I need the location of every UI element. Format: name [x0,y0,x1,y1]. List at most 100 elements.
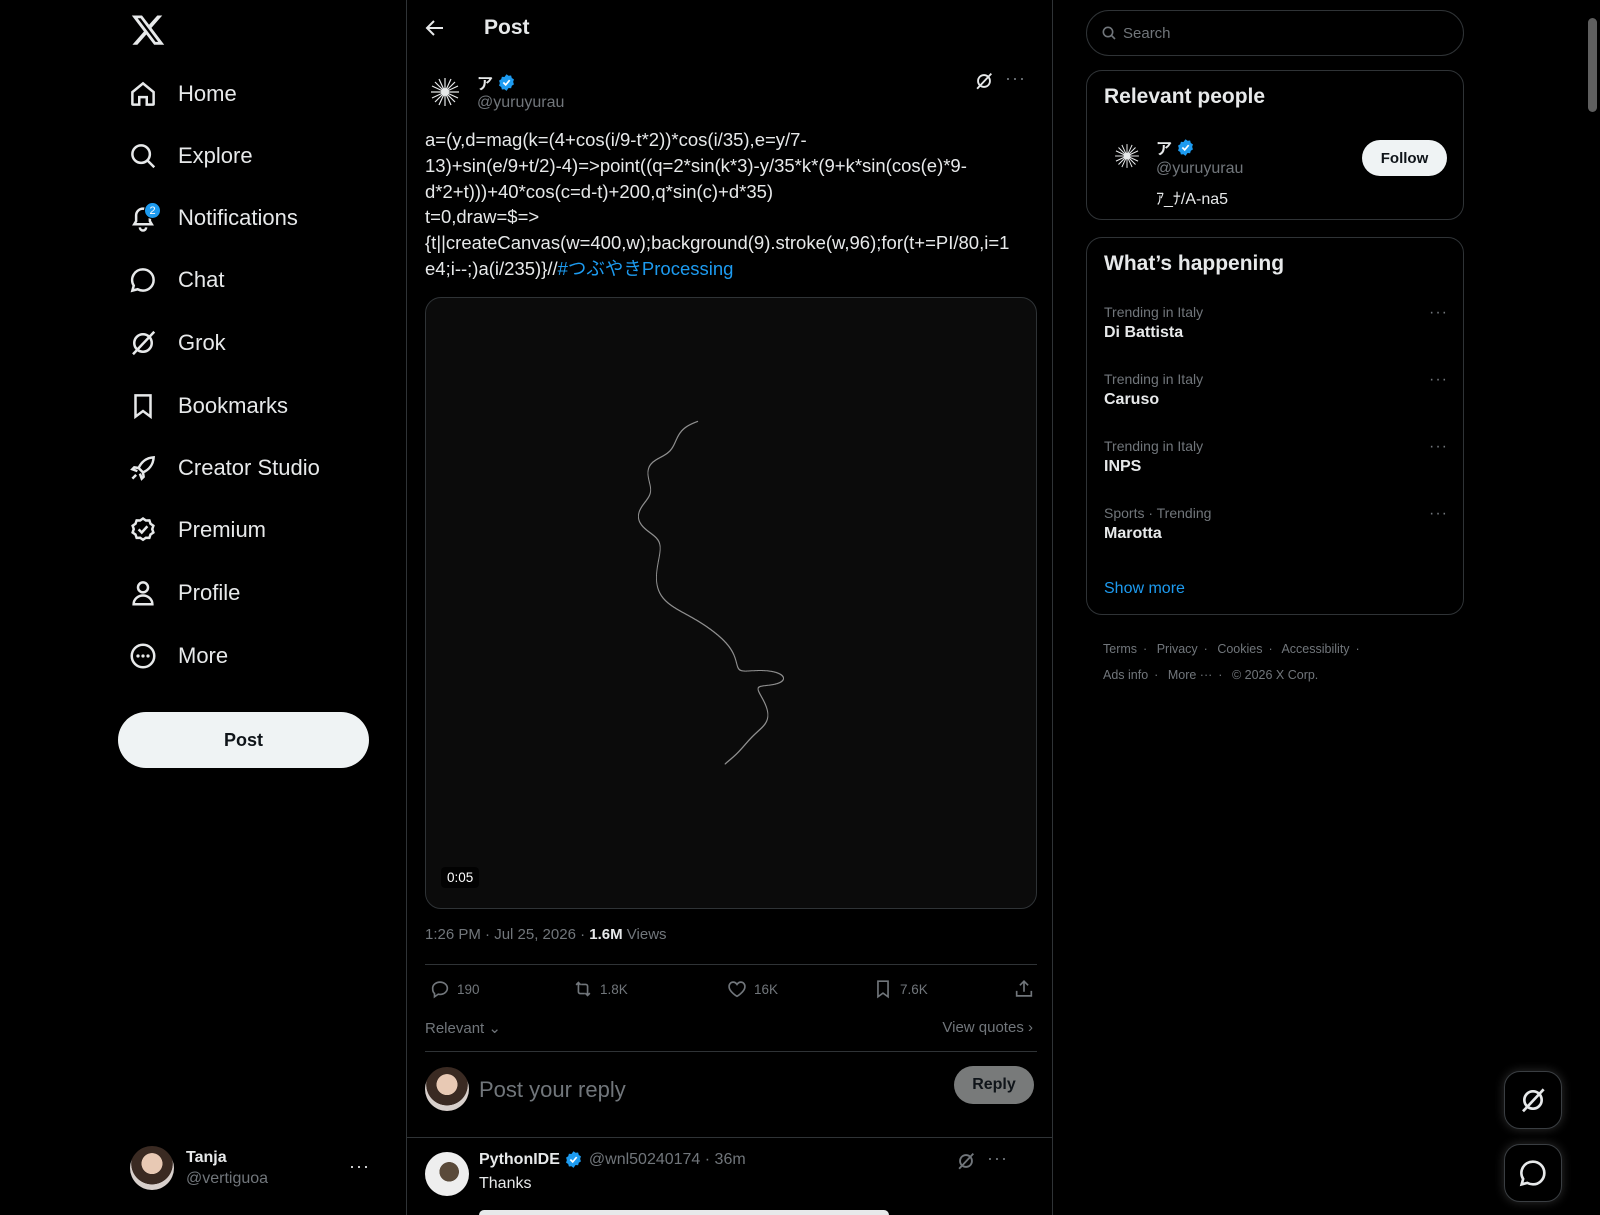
trend-item[interactable]: Sports · Trending Marotta ··· [1104,505,1448,565]
footer-link[interactable]: Accessibility [1281,642,1349,656]
post-text-line: 13)+sin(e/9+t/2)-4)=>point((q=2*sin(k*3)… [425,154,967,176]
author-name[interactable]: ア [477,70,516,94]
author-handle[interactable]: @yuruyurau [477,94,564,112]
nav-notifications-label: Notifications [178,205,298,230]
grok-fab[interactable] [1504,1071,1562,1129]
whats-happening-title: What’s happening [1104,252,1285,275]
reply-post[interactable]: PythonIDE @wnl50240174 · 36m Thanks ··· [407,1140,1052,1215]
trend-more-icon[interactable]: ··· [1429,371,1448,389]
footer-link[interactable]: Terms [1103,642,1137,656]
nav-profile[interactable]: Profile [128,567,240,619]
trend-context: Trending in Italy [1104,438,1204,454]
avatar[interactable] [425,1152,469,1196]
footer-link[interactable]: More ··· [1168,668,1212,682]
nav-notifications[interactable]: 2 Notifications [128,192,298,244]
reply-icon [431,981,449,999]
post-more-icon[interactable]: ··· [1005,68,1026,89]
reply-text: Thanks [479,1175,532,1192]
chevron-down-icon: ⌄ [488,1020,501,1037]
nav-bookmarks[interactable]: Bookmarks [128,380,288,432]
avatar [425,1067,469,1111]
like-action[interactable]: 16K [726,978,778,1000]
post-author: ア @yuruyurau ··· [425,68,1037,116]
sort-dropdown[interactable]: Relevant ⌄ [425,1019,501,1037]
reply-input[interactable]: Post your reply [479,1077,626,1103]
bookmark-icon [877,980,889,999]
person-handle[interactable]: @yuruyurau [1156,160,1243,178]
footer-link[interactable]: Privacy [1157,642,1198,656]
person-name[interactable]: ア [1156,135,1195,159]
footer-links: Terms · Privacy · Cookies · Accessibility · … [1103,642,1360,682]
search-input[interactable] [1123,21,1443,45]
reply-media-preview[interactable] [479,1210,889,1215]
rocket-icon [128,453,158,483]
video-duration: 0:05 [441,867,480,888]
post-time[interactable]: 1:26 PM · Jul 25, 2026 · [425,926,589,943]
post-text-line: d*2+t)))+40*cos(c=d-t)+200,q*sin(c)+d*35… [425,180,774,202]
bookmark-action[interactable]: 7.6K [872,978,928,1000]
messages-fab[interactable] [1504,1144,1562,1202]
post-text-line: {t||createCanvas(w=400,w);background(9).… [425,232,1010,254]
show-more-link[interactable]: Show more [1104,580,1185,598]
hashtag-link[interactable]: #つぶやきProcessing [558,258,734,279]
page-title: Post [484,16,530,39]
person-icon [128,578,158,608]
particle-drawing [638,420,784,765]
trend-more-icon[interactable]: ··· [1429,505,1448,523]
search-icon [1102,26,1116,40]
trend-more-icon[interactable]: ··· [1429,438,1448,456]
footer-link[interactable]: Ads info [1103,668,1148,682]
post-button[interactable]: Post [118,712,369,768]
bookmark-icon [128,391,158,421]
verified-badge-icon [1178,138,1193,156]
chat-icon [1519,1160,1546,1187]
nav-grok-label: Grok [178,330,226,355]
trend-item[interactable]: Trending in Italy Di Battista ··· [1104,304,1448,364]
page-scrollbar[interactable] [1584,0,1600,1215]
footer-link[interactable]: Cookies [1217,642,1262,656]
reply-button[interactable]: Reply [954,1066,1034,1104]
account-more-icon[interactable]: ··· [349,1156,370,1177]
reply-author[interactable]: PythonIDE @wnl50240174 · 36m [479,1150,746,1169]
nav-creator-studio-label: Creator Studio [178,455,320,480]
nav-grok[interactable]: Grok [128,317,226,369]
back-arrow-icon[interactable] [423,16,447,40]
account-switcher[interactable]: Tanja @vertiguoa ··· [130,1142,380,1194]
author-avatar[interactable] [425,72,465,112]
trend-context: Trending in Italy [1104,371,1204,387]
nav-chat[interactable]: Chat [128,254,224,306]
repost-action[interactable]: 1.8K [572,978,628,1000]
trend-name: Caruso [1104,391,1160,408]
person-bio: ｱ_ﾅ/A-na5 [1156,191,1229,208]
scrollbar-thumb[interactable] [1588,18,1597,112]
relevant-people-card: Relevant people ア @yuruyurau ｱ_ﾅ/A-na5 F… [1086,70,1464,220]
video-player[interactable]: 0:05 [425,297,1037,909]
trend-item[interactable]: Trending in Italy INPS ··· [1104,438,1448,498]
nav-premium-label: Premium [178,517,267,542]
follow-button[interactable]: Follow [1362,140,1447,176]
trend-item[interactable]: Trending in Italy Caruso ··· [1104,371,1448,431]
x-logo-icon[interactable] [130,12,166,48]
chevron-right-icon: › [1028,1019,1033,1036]
nav-explore-label: Explore [178,143,253,168]
share-action[interactable] [1013,978,1041,1000]
grok-icon[interactable] [955,1150,977,1172]
views-label: Views [622,926,667,943]
post-timestamp-views: 1:26 PM · Jul 25, 2026 · 1.6M Views [425,926,667,943]
trend-name: Marotta [1104,525,1162,542]
reply-more-icon[interactable]: ··· [987,1148,1008,1169]
heart-icon [728,981,746,998]
nav-more[interactable]: More [128,630,228,682]
nav-premium[interactable]: Premium [128,504,266,556]
author-avatar[interactable] [1110,139,1144,173]
nav-creator-studio[interactable]: Creator Studio [128,442,320,494]
main-column: Post ア @yuruyurau ··· a=(y,d=mag(k=(4+co… [406,0,1053,1215]
trend-more-icon[interactable]: ··· [1429,304,1448,322]
nav-home[interactable]: Home [128,68,237,120]
like-count: 16K [754,981,779,997]
search-box[interactable] [1086,10,1464,56]
view-quotes-link[interactable]: View quotes › [942,1019,1033,1036]
reply-action[interactable]: 190 [429,978,480,1000]
grok-icon[interactable] [973,70,995,92]
nav-explore[interactable]: Explore [128,130,253,182]
